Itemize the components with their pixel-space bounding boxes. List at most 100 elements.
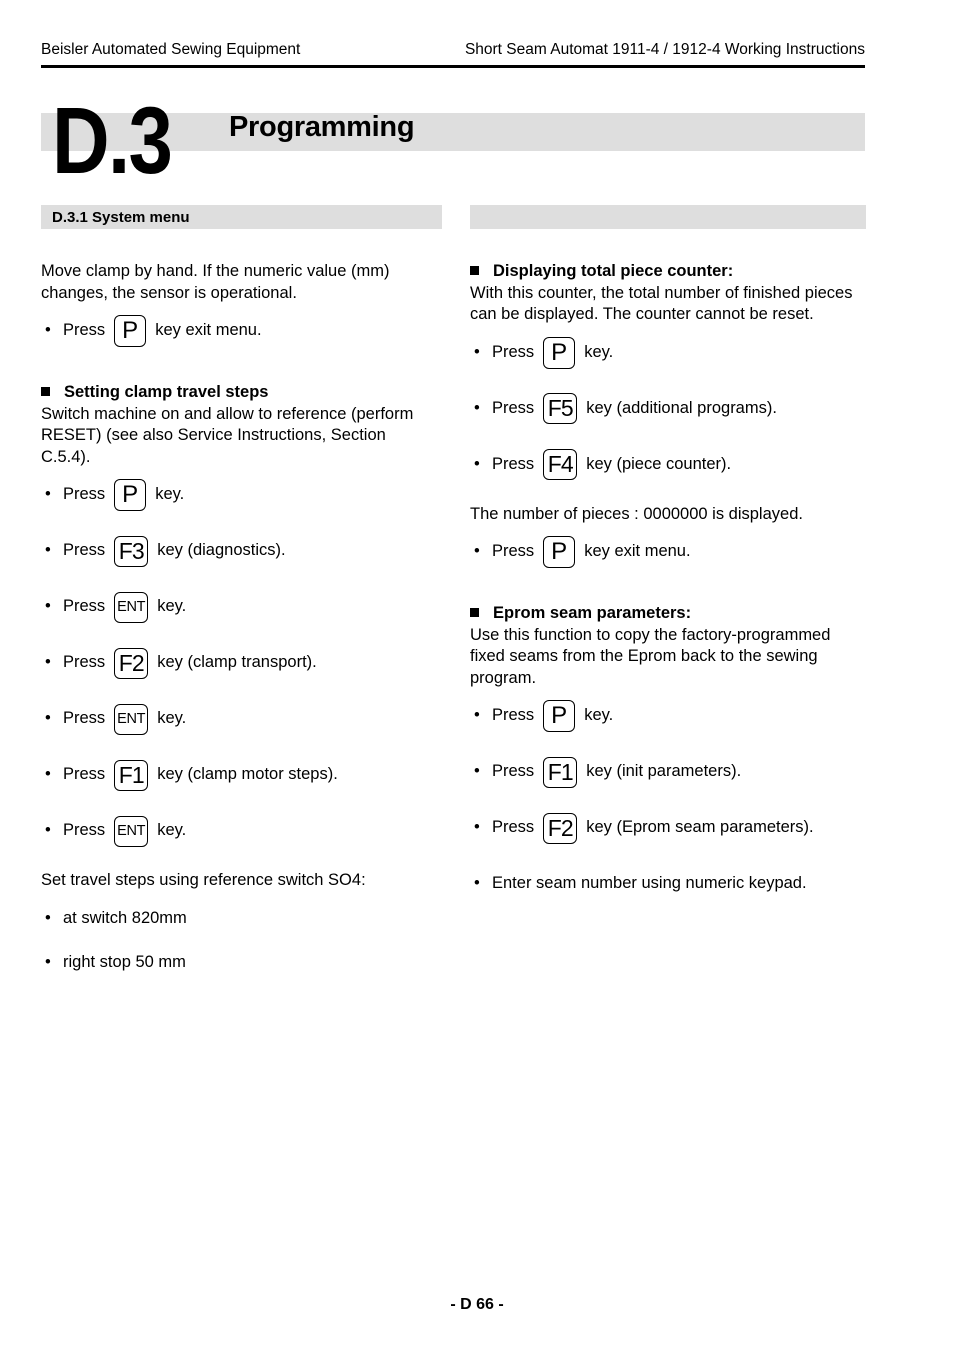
key-f1-icon[interactable]: F1 [543,756,578,788]
subhead-label: Setting clamp travel steps [64,383,269,401]
step-row: • Press ENT key. [41,702,437,736]
step-press-label: Press [63,821,106,840]
key-f2-icon[interactable]: F2 [543,812,578,844]
right-column: Displaying total piece counter: With thi… [470,205,866,901]
subhead-label: Displaying total piece counter: [493,262,734,280]
bullet-dot: • [45,541,51,560]
chapter-number: D.3 [52,88,173,194]
intro-step-row: • Press P key exit menu. [41,314,437,348]
bullet-dot: • [474,342,480,361]
step-press-label: Press [492,454,535,473]
step-tail-label: key. [584,342,614,361]
step-row: • Press F2 key (clamp transport). [41,646,437,680]
header-document-title: Short Seam Automat 1911-4 / 1912-4 Worki… [464,41,865,58]
bullet-dot: • [45,821,51,840]
section-band-left: D.3.1 System menu [41,205,442,229]
closing-bullet-row: • right stop 50 mm [41,946,437,980]
key-p-icon[interactable]: P [543,536,576,568]
step-row: • Press F4 key (piece counter). [470,448,866,482]
closing-bullet-label: right stop 50 mm [63,952,186,971]
bullet-dot: • [45,952,51,971]
header-divider-rule [41,65,865,68]
step-row: • Press F5 key (additional programs). [470,392,866,426]
bullet-dot: • [45,321,51,340]
step-tail-label: key (Eprom seam parameters). [586,818,814,837]
bullet-dot: • [474,874,480,893]
running-header: Beisler Automated Sewing Equipment Short… [41,40,865,59]
key-ent-icon[interactable]: ENT [114,591,149,623]
step-press-label: Press [492,342,535,361]
step-row: • Press F1 key (init parameters). [470,755,866,789]
subhead-body-paragraph: Switch machine on and allow to reference… [41,404,414,466]
bullet-dot: • [474,454,480,473]
key-ent-icon[interactable]: ENT [114,703,149,735]
key-p-icon[interactable]: P [543,700,576,732]
step-press-label: Press [492,762,535,781]
piece-counter-result-paragraph: The number of pieces : 0000000 is displa… [470,504,803,523]
step-press-label: Press [63,653,106,672]
intro-paragraph: Move clamp by hand. If the numeric value… [41,262,390,302]
bullet-dot: • [474,398,480,417]
bullet-dot: • [474,706,480,725]
step-row: • Press ENT key. [41,590,437,624]
key-f4-icon[interactable]: F4 [543,449,578,480]
bullet-dot: • [474,818,480,837]
step-tail-label: key. [155,485,185,504]
closing-bullet-row: • at switch 820mm [41,902,437,936]
step-press-label: Press [63,709,106,728]
step-tail-label: key (piece counter). [586,454,732,473]
step-tail-label: key (clamp transport). [157,653,317,672]
step-tail-label: key exit menu. [584,542,691,561]
step-row: • Press ENT key. [41,814,437,848]
subhead-eprom-seam-parameters: Eprom seam parameters: [470,603,866,625]
key-ent-icon[interactable]: ENT [114,815,149,847]
step-tail-label: key exit menu. [155,321,262,340]
step-press-label: Press [63,765,106,784]
step-tail-label: key (diagnostics). [157,541,286,560]
step-press-label: Press [492,542,535,561]
step-row: • Press P key. [470,699,866,733]
key-f3-icon[interactable]: F3 [114,535,149,567]
step-row: • Press F1 key (clamp motor steps). [41,758,437,792]
subhead-displaying-total-piece-counter: Displaying total piece counter: [470,261,866,283]
key-f2-icon[interactable]: F2 [114,647,149,679]
step-tail-label: key (clamp motor steps). [157,765,338,784]
closing-paragraph: Set travel steps using reference switch … [41,871,366,889]
step-row: • Press F2 key (Eprom seam parameters). [470,811,866,845]
exit-step-row: • Press P key exit menu. [470,535,866,569]
bullet-dot: • [45,908,51,927]
step-tail-label: key. [157,709,187,728]
step-press-label: Press [492,398,535,417]
key-p-icon[interactable]: P [543,336,576,369]
key-p-icon[interactable]: P [114,315,147,347]
left-column: D.3.1 System menu Move clamp by hand. If… [41,205,442,980]
step-tail-label: key. [584,706,614,725]
key-f1-icon[interactable]: F1 [114,759,149,791]
page-title: Programming [229,111,415,143]
key-p-icon[interactable]: P [114,479,147,511]
block1-body-paragraph: With this counter, the total number of f… [470,283,853,324]
square-bullet-icon [470,608,479,617]
subhead-setting-clamp-travel-steps: Setting clamp travel steps [41,382,437,404]
square-bullet-icon [41,387,50,396]
step-tail-label: key (additional programs). [586,398,777,417]
block2-body-paragraph: Use this function to copy the factory-pr… [470,625,831,687]
key-f5-icon[interactable]: F5 [543,393,578,424]
step-press-label: Press [492,818,535,837]
step-row: • Press P key. [470,336,866,370]
step-press-label: Press [63,597,106,616]
step-press-label: Press [63,321,106,340]
step-press-label: Press [63,485,106,504]
bullet-dot: • [45,485,51,504]
section-band-left-label: D.3.1 System menu [52,208,190,226]
bullet-dot: • [45,597,51,616]
bullet-dot: • [474,542,480,561]
section-band-right [470,205,866,229]
bullet-dot: • [474,762,480,781]
page-number-label: - D 66 - [450,1296,504,1313]
closing-bullet-label: at switch 820mm [63,908,187,927]
bullet-dot: • [45,653,51,672]
final-bullet-row: • Enter seam number using numeric keypad… [470,867,866,901]
step-tail-label: key. [157,821,187,840]
page-footer: - D 66 - [0,1296,954,1314]
